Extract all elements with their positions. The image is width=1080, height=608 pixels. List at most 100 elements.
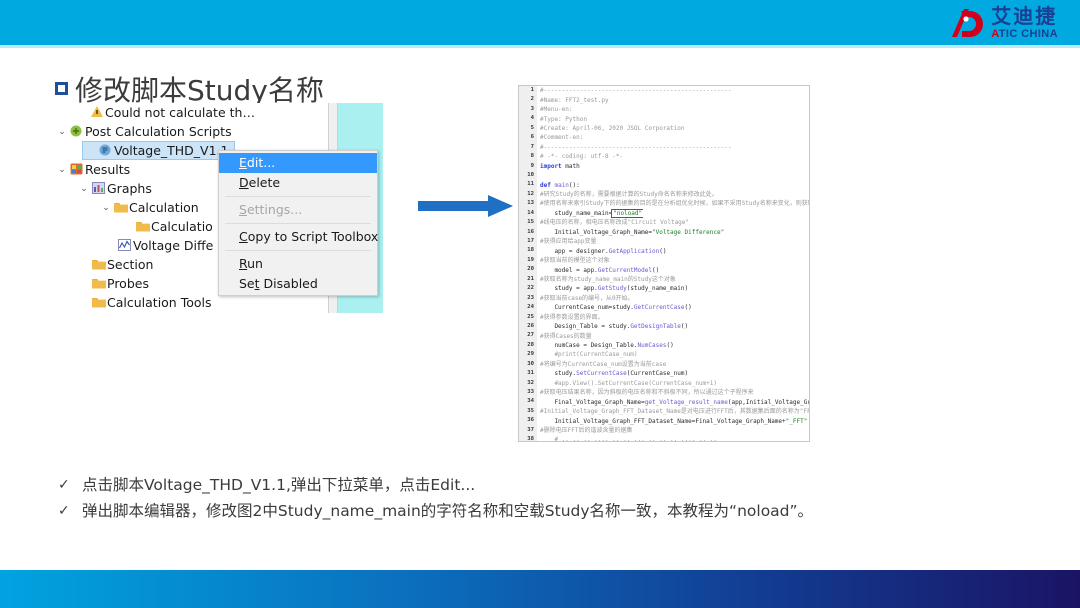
check-icon: ✓ <box>58 503 70 519</box>
list-item-text: 点击脚本Voltage_THD_V1.1,弹出下拉菜单，点击Edit... <box>82 476 476 494</box>
code-line-text: #Initial_Voltage_Graph_FFT_Dataset_Name是… <box>540 408 809 416</box>
code-line-text: #获取当前的模型这个对象 <box>540 257 610 265</box>
code-line: 19 #获取当前的模型这个对象 <box>519 255 809 266</box>
folder-icon <box>90 296 107 310</box>
code-line: 3 #Menu-en: <box>519 104 809 115</box>
code-line-text: #Create: April-06, 2020 JSOL Corporation <box>540 124 685 132</box>
tree-item-results[interactable]: ⌄ Results <box>56 160 130 179</box>
folder-icon <box>112 201 129 215</box>
code-line: 18 app = designer.GetApplication() <box>519 246 809 256</box>
tree-item-calculation[interactable]: ⌄ Calculation <box>100 198 199 217</box>
context-menu-item-edit[interactable]: Edit... <box>219 153 377 173</box>
context-menu-item-delete[interactable]: Delete <box>219 173 377 193</box>
code-line-number: 24 <box>519 303 537 313</box>
code-line-text: def main(): <box>540 181 580 189</box>
context-menu-item-copy-to-script-toolbox[interactable]: Copy to Script Toolbox <box>219 227 378 247</box>
code-line: 1 #--------------------------------------… <box>519 86 809 96</box>
code-line-text: study = app.GetStudy(study_name_main) <box>540 285 689 293</box>
code-line-text: numCase = Design_Table.NumCases() <box>540 342 674 350</box>
code-line-number: 38 <box>519 435 537 441</box>
context-menu-item-run[interactable]: Run <box>219 254 377 274</box>
tree-item-could-not-calculate-th[interactable]: Could not calculate th… <box>76 103 255 122</box>
code-line-number: 32 <box>519 378 537 388</box>
code-line-number: 20 <box>519 265 537 275</box>
tree-item-label: Results <box>85 162 131 177</box>
tree-item-calculatio[interactable]: Calculatio <box>122 217 213 236</box>
code-line-text: #删除电压FFT后的谐波含量的据集 <box>540 426 633 434</box>
code-line-number: 17 <box>519 237 537 247</box>
context-menu-item-set-disabled[interactable]: Set Disabled <box>219 274 377 294</box>
code-line-number: 30 <box>519 359 537 370</box>
square-bullet-icon <box>55 82 68 96</box>
code-line-number: 16 <box>519 227 537 237</box>
code-line-number: 15 <box>519 218 537 228</box>
code-line: 35 #Initial_Voltage_Graph_FFT_Dataset_Nam… <box>519 406 809 417</box>
code-line-text: #Comment-en: <box>540 134 587 142</box>
footer-bar <box>0 570 1080 608</box>
warning-icon <box>88 106 105 119</box>
header-bar <box>0 0 1080 45</box>
code-line-text: #Name: FFT2_test.py <box>540 96 609 104</box>
context-menu-item-settings: Settings... <box>239 202 303 217</box>
code-line-text: #获取名称为study_name_main的Study这个对象 <box>540 275 676 283</box>
results-icon <box>68 163 85 177</box>
code-line: 7 #--------------------------------------… <box>519 142 809 153</box>
tree-item-calculation-tools[interactable]: Calculation Tools <box>78 293 212 312</box>
right-arrow-icon <box>418 195 513 217</box>
tree-item-label: Graphs <box>107 181 152 196</box>
code-line-number: 26 <box>519 321 537 332</box>
folder-icon <box>90 277 107 291</box>
code-line-number: 8 <box>519 152 537 162</box>
code-line-number: 10 <box>519 170 537 181</box>
tree-item-probes[interactable]: Probes <box>78 274 149 293</box>
code-line-text: #Type: Python <box>540 115 587 123</box>
chevron-down-icon[interactable]: ⌄ <box>56 165 68 175</box>
code-line-number: 25 <box>519 312 537 322</box>
code-line-text: study.SetCurrentCase(CurrentCase_num) <box>540 370 689 378</box>
code-line: 38 # .. .. .. .... .. .. ... .. .. .. ..… <box>519 435 809 442</box>
code-line: 21 #获取名称为study_name_main的Study这个对象 <box>519 274 809 285</box>
folder-icon <box>134 220 151 234</box>
script-context-menu[interactable]: Edit... Delete Settings... Copy to Script T… <box>218 150 378 296</box>
script-icon <box>97 144 114 158</box>
code-line: 26 Design_Table = study.GetDesignTable() <box>519 321 809 332</box>
code-line-text: CurrentCase_num=study.GetCurrentCase() <box>540 304 692 312</box>
code-line-text: # .. .. .. .... .. .. ... .. .. .. .... … <box>540 436 718 442</box>
code-line: 30 #将编号为CurrentCase_num设置为当前case <box>519 359 809 370</box>
code-line-number: 19 <box>519 255 537 266</box>
script-folder-icon <box>68 125 85 139</box>
code-line-number: 4 <box>519 114 537 124</box>
code-line: 5 #Create: April-06, 2020 JSOL Corporatio… <box>519 123 809 134</box>
code-line: 4 #Type: Python <box>519 114 809 124</box>
code-line-number: 12 <box>519 189 537 200</box>
code-line-text: #---------------------------------------… <box>540 143 732 151</box>
tree-item-voltage-thd-v1-1[interactable]: Voltage_THD_V1.1 <box>82 141 236 160</box>
chevron-down-icon[interactable]: ⌄ <box>56 127 68 137</box>
ad-monogram-icon <box>945 5 985 41</box>
tree-item-graphs[interactable]: ⌄ Graphs <box>78 179 152 198</box>
chevron-down-icon[interactable]: ⌄ <box>78 184 90 194</box>
tree-item-post-calculation-scripts[interactable]: ⌄ Post Calculation Scripts <box>56 122 232 141</box>
code-line-number: 37 <box>519 425 537 436</box>
code-line-number: 36 <box>519 416 537 426</box>
code-line: 23 #获取当前case的编号，从0开始。 <box>519 293 809 304</box>
code-line-number: 33 <box>519 388 537 398</box>
check-icon: ✓ <box>58 477 70 493</box>
code-line: 32 #app.View().SetCurrentCase(CurrentCas… <box>519 378 809 388</box>
code-line: 2 #Name: FFT2_test.py <box>519 95 809 105</box>
tree-item-label: Post Calculation Scripts <box>85 124 232 139</box>
code-line: 16 Initial_Voltage_Graph_Name="Voltage D… <box>519 227 809 237</box>
chevron-down-icon[interactable]: ⌄ <box>100 203 112 213</box>
graph-curve-icon <box>116 238 133 253</box>
code-line: 13 #使用名称来索引Study下的的据集的目的是在分析组优化时候，如果不采用St… <box>519 199 809 209</box>
code-line-number: 7 <box>519 142 537 153</box>
code-line: 33 #获取电压结果名称，因为斜极的电压名称和不斜极不同，所以通过这个子程序来 <box>519 388 809 398</box>
tree-item-label: Calculation <box>129 200 199 215</box>
code-line: 34 Final_Voltage_Graph_Name=get_Voltage_… <box>519 397 809 407</box>
code-line: 10 <box>519 170 809 181</box>
tree-item-section[interactable]: Section <box>78 255 153 274</box>
code-line: 29 #print(CurrentCase_num) <box>519 350 809 360</box>
tree-item-voltage-diffe[interactable]: Voltage Diffe <box>104 236 213 255</box>
code-line: 24 CurrentCase_num=study.GetCurrentCase(… <box>519 303 809 313</box>
code-line-number: 5 <box>519 123 537 134</box>
